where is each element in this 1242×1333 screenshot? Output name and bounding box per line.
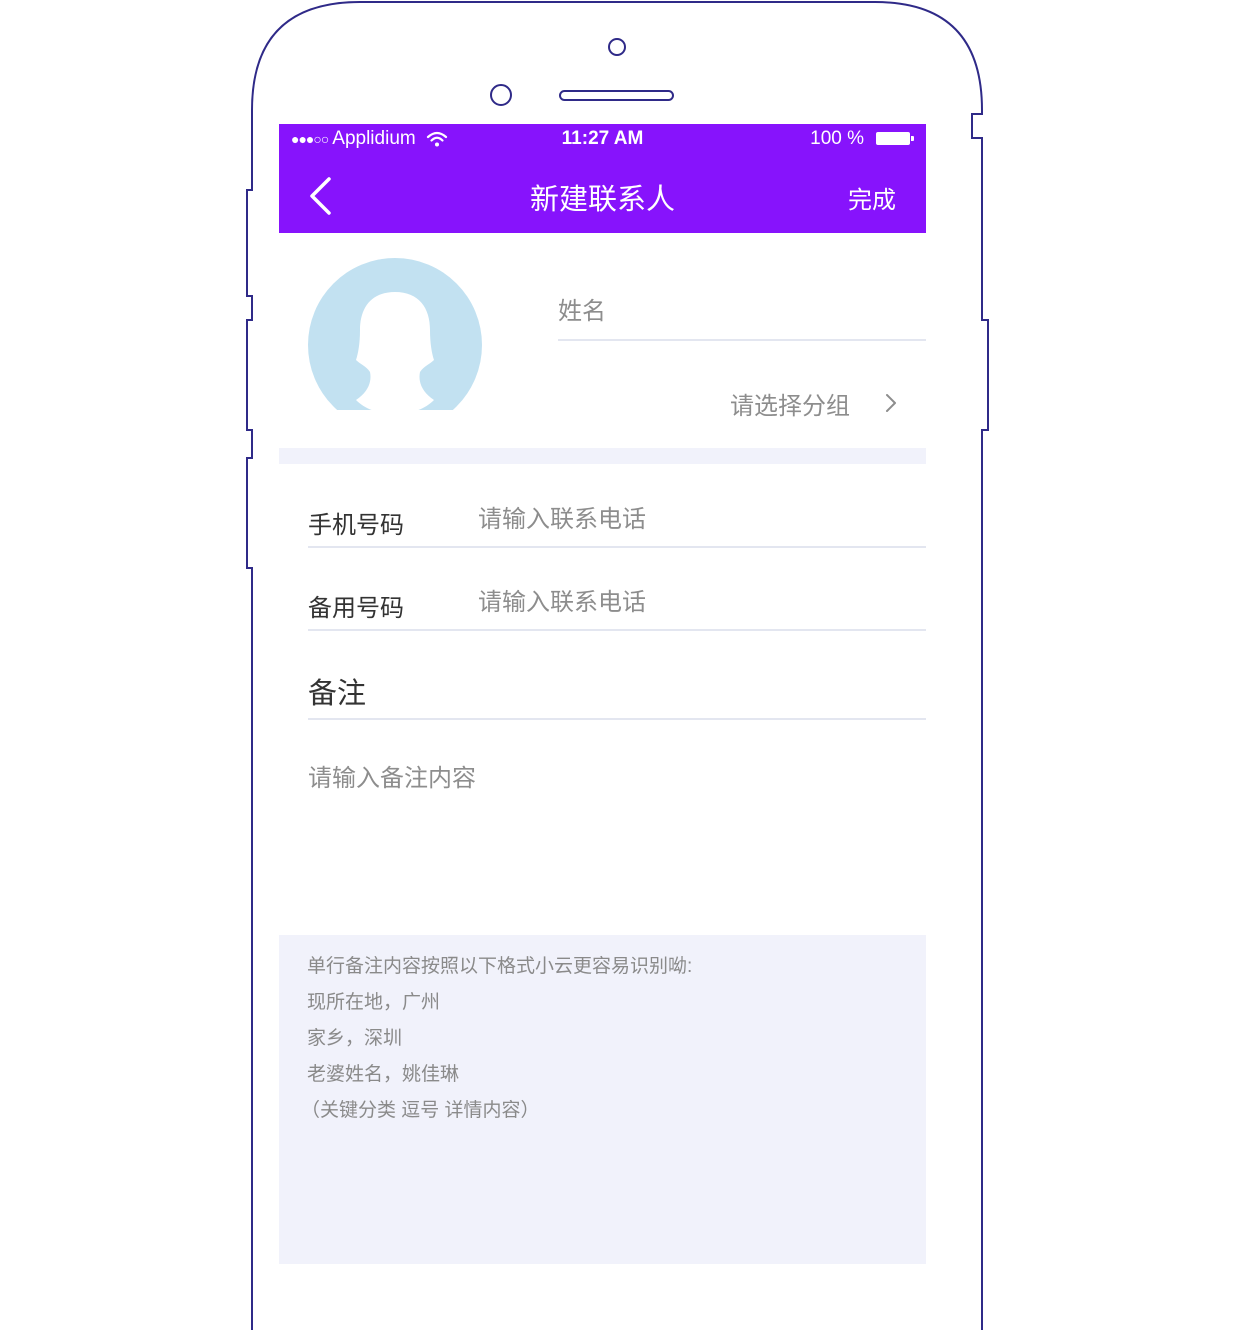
mobile-underline (308, 546, 926, 548)
battery-icon (876, 132, 914, 145)
hint-line: 现所在地，广州 (307, 992, 441, 1013)
hint-line: （关键分类 逗号 详情内容） (301, 1100, 540, 1121)
chevron-right-icon (886, 394, 896, 412)
avatar-placeholder-icon[interactable] (308, 258, 482, 416)
sensor-icon (490, 84, 512, 106)
notes-textarea[interactable] (308, 758, 918, 908)
notes-hint-box: 单行备注内容按照以下格式小云更容易识别呦: 现所在地，广州 家乡，深圳 老婆姓名… (279, 935, 926, 1264)
hint-line: 老婆姓名，姚佳琳 (307, 1064, 460, 1085)
page-title: 新建联系人 (529, 184, 675, 216)
name-underline (558, 339, 926, 341)
navigation-bar: 新建联系人 完成 (279, 154, 926, 233)
speaker-grille (559, 90, 674, 101)
mobile-number-input[interactable] (478, 503, 918, 537)
hint-line: 家乡，深圳 (307, 1028, 403, 1049)
backup-number-input[interactable] (478, 586, 918, 620)
backup-label: 备用号码 (308, 595, 404, 622)
backup-underline (308, 629, 926, 631)
battery-percentage: 100 % (810, 128, 864, 149)
front-camera-icon (608, 38, 626, 56)
section-separator (279, 448, 926, 464)
notes-underline (308, 718, 926, 720)
hint-line: 单行备注内容按照以下格式小云更容易识别呦: (307, 956, 693, 977)
group-select-label: 请选择分组 (730, 393, 850, 420)
done-button[interactable]: 完成 (848, 180, 896, 215)
status-bar: ●●●○○ Applidium 11:27 AM 100 % (279, 124, 926, 154)
mobile-label: 手机号码 (308, 512, 404, 539)
group-select[interactable]: 请选择分组 (730, 386, 910, 420)
notes-label: 备注 (308, 678, 367, 710)
name-input[interactable] (558, 296, 924, 328)
